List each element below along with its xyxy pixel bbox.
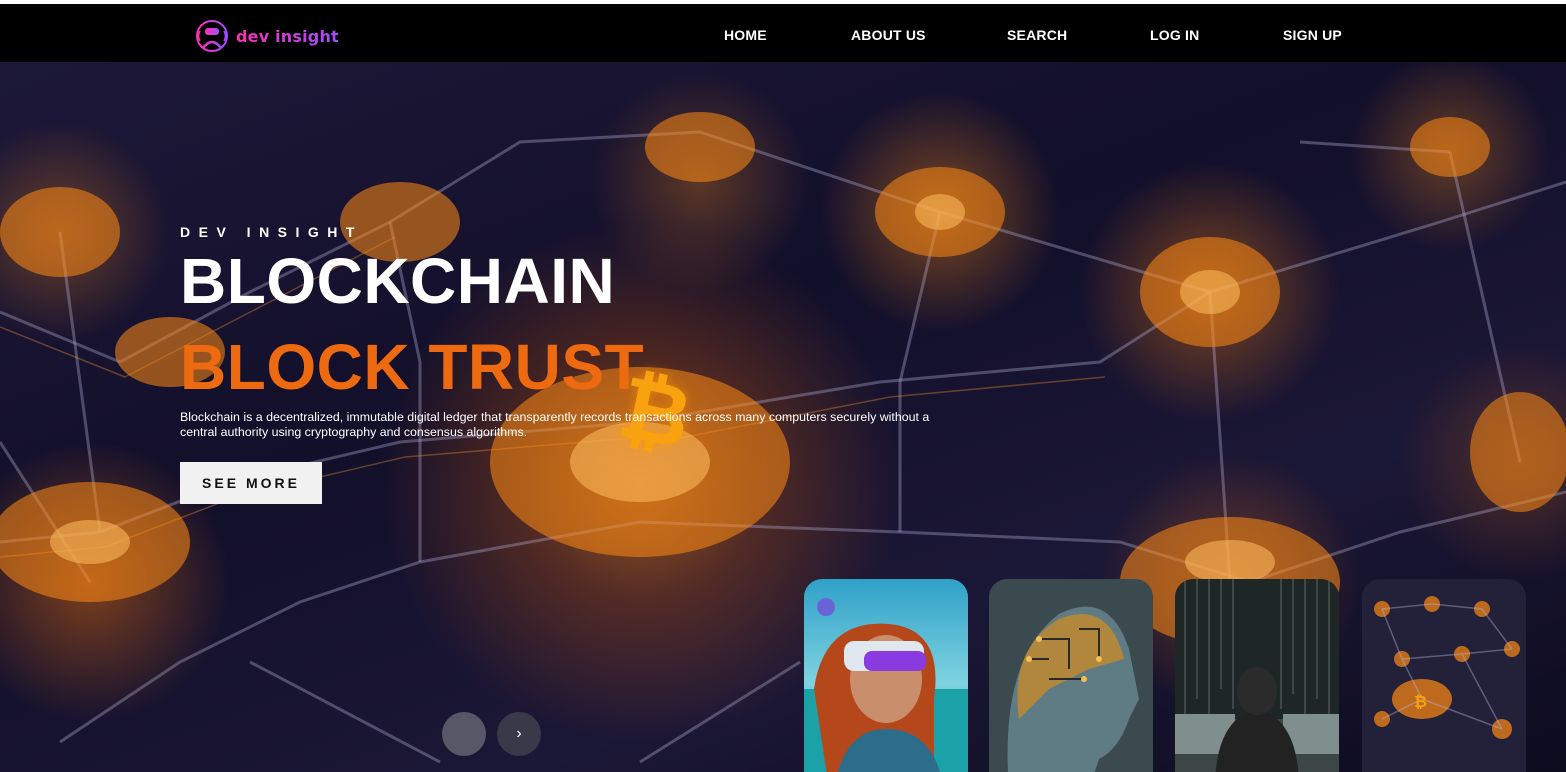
- brand-logo[interactable]: dev insight: [194, 18, 339, 54]
- nav-log-in[interactable]: LOG IN: [1150, 27, 1199, 43]
- nav-search[interactable]: SEARCH: [1007, 27, 1067, 43]
- thumbnail-blockchain-network[interactable]: ₿: [1362, 579, 1526, 772]
- nav-home[interactable]: HOME: [724, 27, 767, 43]
- prev-slide-button[interactable]: [442, 712, 486, 756]
- thumbnail-vr-headset-woman[interactable]: [804, 579, 968, 772]
- thumbnail-circuit-head[interactable]: [989, 579, 1153, 772]
- hero-slide: ₿ DEV INSIGHT BLOCKCHAIN BLOCK TRUST Blo…: [0, 62, 1566, 772]
- nav-about-us[interactable]: ABOUT US: [851, 27, 926, 43]
- brand-name: dev insight: [236, 26, 339, 46]
- vr-headset-woman-image: [804, 579, 968, 772]
- hero-title: BLOCKCHAIN: [180, 245, 616, 317]
- hero-kicker: DEV INSIGHT: [180, 224, 363, 240]
- circuit-head-image: [989, 579, 1153, 772]
- see-more-button[interactable]: SEE MORE: [180, 462, 322, 504]
- chevron-right-icon: ›: [516, 725, 522, 742]
- thumbnail-hooded-hacker[interactable]: [1175, 579, 1339, 772]
- hero-subtitle: BLOCK TRUST: [180, 331, 645, 403]
- vr-headset-person-icon: [196, 20, 228, 52]
- hooded-hacker-image: [1175, 579, 1339, 772]
- blockchain-network-image: ₿: [1362, 579, 1526, 772]
- svg-text:₿: ₿: [1414, 693, 1427, 711]
- navbar: dev insight HOME ABOUT US SEARCH LOG IN …: [0, 4, 1566, 62]
- next-slide-button[interactable]: ›: [497, 712, 541, 756]
- nav-sign-up[interactable]: SIGN UP: [1283, 27, 1342, 43]
- hero-description: Blockchain is a decentralized, immutable…: [180, 410, 930, 439]
